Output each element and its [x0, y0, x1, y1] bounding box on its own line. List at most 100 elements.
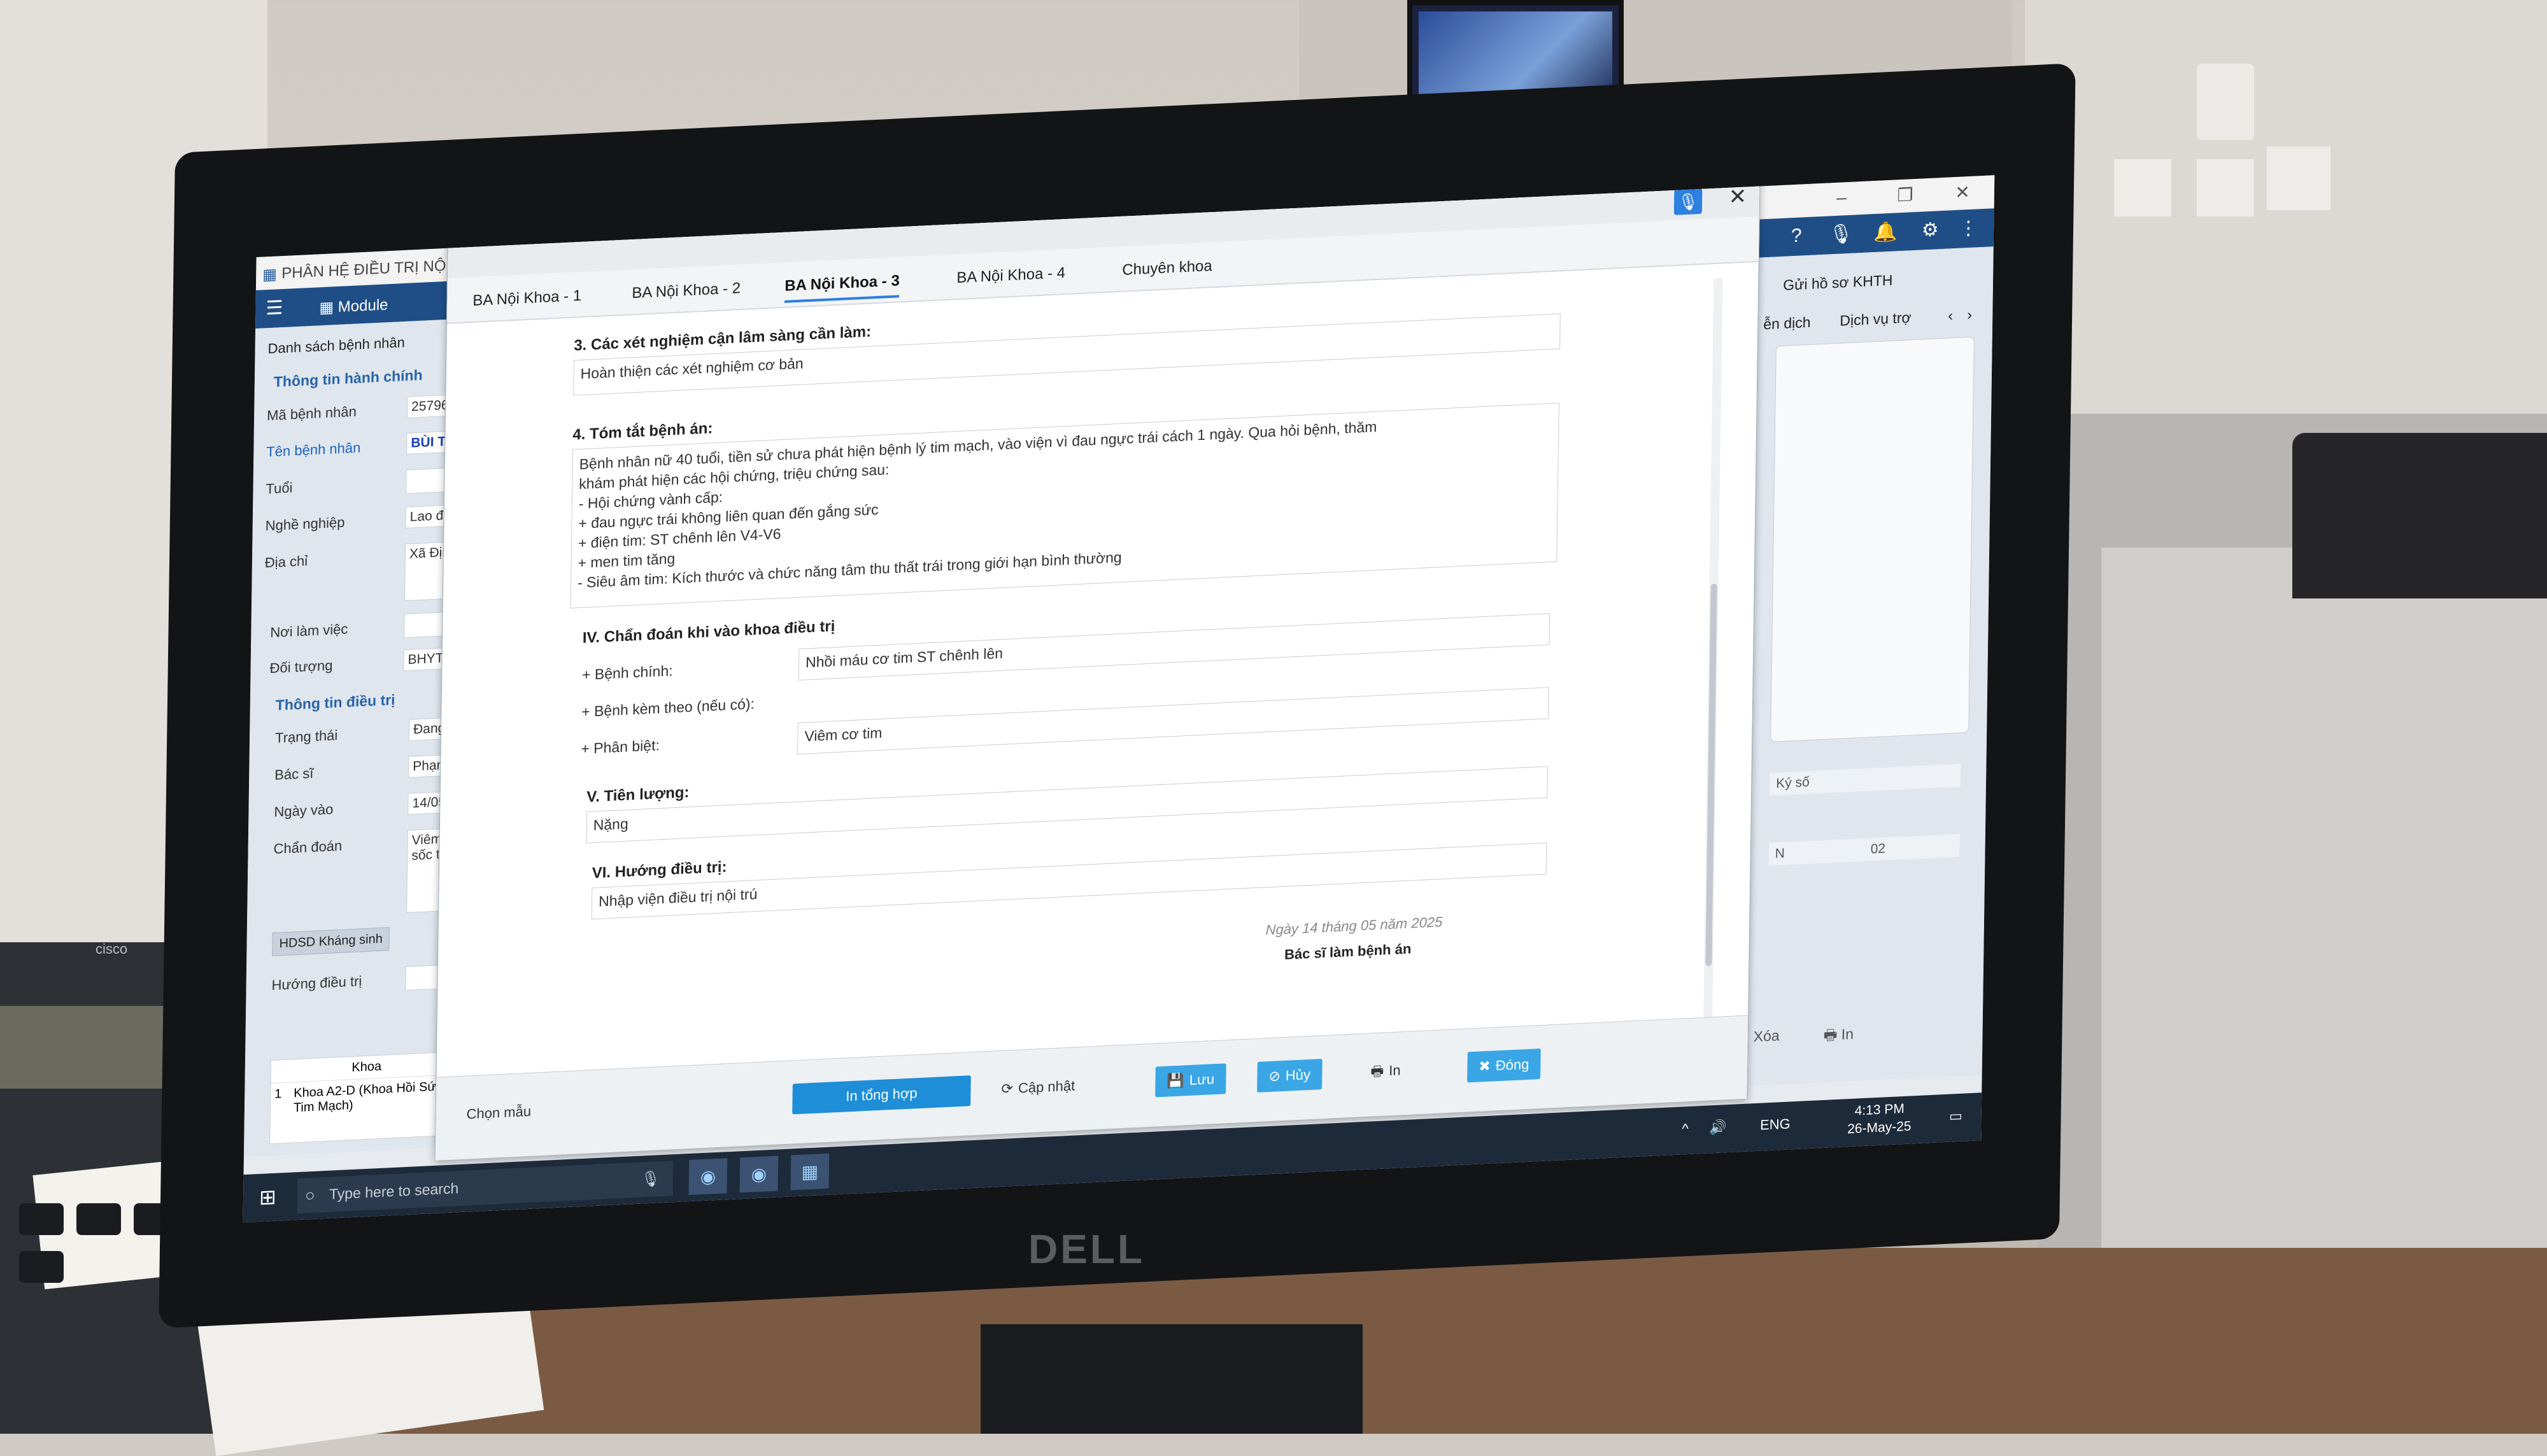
tab-ba-noi-khoa-3[interactable]: BA Nội Khoa - 3: [784, 272, 900, 303]
wall-switch: [2267, 146, 2331, 210]
lab-tests-field[interactable]: Hoàn thiện các xét nghiệm cơ bản: [573, 313, 1561, 396]
cancel-button[interactable]: ⊘ Hủy: [1257, 1059, 1323, 1092]
field-label: Mã bệnh nhân: [266, 403, 357, 424]
field-label: Bác sĩ: [274, 765, 314, 783]
right-side-panel: Gửi hồ sơ KHTH ễn dịch Dịch vụ trợ ‹ › K…: [1746, 246, 1994, 1086]
side-card: [1770, 336, 1975, 742]
section-admin-info: Thông tin hành chính: [273, 366, 423, 390]
windows-start-icon[interactable]: ⊞: [259, 1185, 276, 1210]
bell-icon[interactable]: 🔔: [1873, 220, 1898, 244]
hamburger-menu-icon[interactable]: ☰: [266, 297, 283, 320]
prognosis-field[interactable]: Nặng: [586, 766, 1548, 844]
tab-chuyen-khoa[interactable]: Chuyên khoa: [1122, 257, 1212, 279]
main-diagnosis-label: + Bệnh chính:: [581, 662, 673, 683]
clock-date: 26-May-25: [1847, 1119, 1912, 1137]
differential-field[interactable]: Viêm cơ tim: [797, 687, 1549, 754]
send-record-button[interactable]: Gửi hồ sơ KHTH: [1783, 272, 1893, 294]
tab-support-services[interactable]: Dịch vụ trợ: [1840, 309, 1912, 329]
field-label: Nghề nghiệp: [265, 514, 345, 534]
microphone-icon[interactable]: 🎙: [641, 1161, 660, 1197]
refresh-icon: ⟳: [1001, 1080, 1014, 1097]
section-iv-title: IV. Chẩn đoán khi vào khoa điều trị: [582, 618, 835, 647]
cell-02: 02: [1864, 833, 1960, 861]
monitor-bezel: ▦ PHÂN HỆ ĐIỀU TRỊ NỘI TRÚ [A2-D] – ❐ ✕ …: [159, 63, 2076, 1329]
sign-role: Bác sĩ làm bệnh án: [1284, 940, 1412, 963]
print-button-right[interactable]: 🖶 In: [1823, 1024, 1854, 1050]
dictation-microphone-icon[interactable]: 🎙: [1673, 188, 1703, 215]
module-button[interactable]: ▦ Module: [319, 295, 388, 317]
system-clock[interactable]: 4:13 PM 26-May-25: [1847, 1099, 1912, 1138]
differential-label: + Phân biệt:: [581, 737, 660, 758]
department-table: Khoa 1 Khoa A2-D (Khoa Hồi Sức Tim Mạch): [269, 1050, 463, 1145]
print-summary-button[interactable]: In tổng hợp: [792, 1075, 971, 1115]
main-diagnosis-field[interactable]: Nhồi máu cơ tim ST chênh lên: [798, 613, 1550, 681]
tab-ba-noi-khoa-2[interactable]: BA Nội Khoa - 2: [632, 279, 741, 302]
app-grid-icon: ▦: [262, 265, 278, 284]
field-label: Đối tượng: [269, 657, 333, 677]
window-close-button[interactable]: ✕: [1943, 181, 1982, 204]
tab-ba-noi-khoa-1[interactable]: BA Nội Khoa - 1: [472, 287, 581, 310]
cancel-icon: ⊘: [1268, 1068, 1281, 1085]
field-label: Tên bệnh nhân: [266, 439, 361, 460]
restore-button[interactable]: ❐: [1886, 183, 1924, 206]
row-index: 1: [274, 1087, 282, 1101]
department-name: Khoa A2-D (Khoa Hồi Sức Tim Mạch): [293, 1079, 443, 1115]
section-treatment-info: Thông tin điều trị: [275, 691, 395, 714]
chevron-up-icon[interactable]: ^: [1682, 1120, 1689, 1138]
delete-button[interactable]: Xóa: [1754, 1027, 1780, 1045]
print-button[interactable]: 🖶 In: [1359, 1054, 1412, 1087]
minimize-button[interactable]: –: [1822, 187, 1861, 209]
case-summary-field[interactable]: Bệnh nhân nữ 40 tuổi, tiền sử chưa phát …: [570, 402, 1559, 609]
sign-date: Ngày 14 tháng 05 năm 2025: [1265, 914, 1443, 938]
module-label: Module: [337, 296, 388, 316]
cisco-logo: cisco: [96, 941, 128, 957]
notifications-icon[interactable]: ▭: [1949, 1108, 1962, 1125]
dialog-close-icon[interactable]: ✕: [1728, 184, 1747, 210]
tab-ba-noi-khoa-4[interactable]: BA Nội Khoa - 4: [956, 264, 1065, 287]
field-label: Chẩn đoán: [273, 837, 343, 857]
search-icon: ○: [304, 1185, 315, 1205]
field-label: Địa chỉ: [264, 553, 308, 571]
field-label: Ngày vào: [274, 801, 334, 820]
update-button[interactable]: ⟳ Cập nhật: [990, 1070, 1086, 1105]
section-v-title: V. Tiên lượng:: [586, 783, 690, 806]
field-label: Hướng điều trị: [271, 973, 362, 993]
section-vi-title: VI. Hướng điều trị:: [592, 858, 727, 882]
dialog-body: 3. Các xét nghiệm cận lâm sàng cần làm: …: [436, 262, 1758, 1076]
search-placeholder: Type here to search: [329, 1180, 459, 1203]
microphone-icon[interactable]: 🎙: [1828, 223, 1854, 246]
comorbidity-label: + Bệnh kèm theo (nếu có):: [581, 695, 755, 720]
more-vertical-icon[interactable]: ⋮: [1955, 216, 1981, 240]
antibiotic-guide-button[interactable]: HDSD Kháng sinh: [272, 927, 390, 956]
monitor-brand-logo: DELL: [1028, 1226, 1146, 1272]
taskbar-search-input[interactable]: ○ Type here to search 🎙: [297, 1161, 674, 1214]
monitor-stand: [981, 1324, 1363, 1434]
chrome-app-icon-2[interactable]: ◉: [739, 1156, 779, 1193]
chrome-app-icon[interactable]: ◉: [688, 1158, 728, 1196]
printer-icon: 🖶: [1823, 1026, 1841, 1043]
q4-title: 4. Tóm tắt bệnh án:: [572, 420, 713, 444]
gear-icon[interactable]: ⚙: [1917, 218, 1943, 242]
choose-template-button[interactable]: Chọn mẫu: [455, 1096, 543, 1131]
language-indicator[interactable]: ENG: [1760, 1115, 1791, 1133]
tab-translate[interactable]: ễn dịch: [1763, 314, 1811, 334]
save-icon: 💾: [1167, 1072, 1185, 1089]
field-label: Nơi làm việc: [270, 621, 348, 641]
patient-list-link[interactable]: Danh sách bệnh nhân: [267, 334, 405, 357]
wall-thermostat: [2197, 64, 2254, 140]
tab-scroll-left-icon[interactable]: ‹: [1948, 307, 1953, 324]
digital-sign-cell[interactable]: Ký số: [1770, 763, 1961, 796]
monitor-screen: ▦ PHÂN HỆ ĐIỀU TRỊ NỘI TRÚ [A2-D] – ❐ ✕ …: [243, 175, 1995, 1223]
speaker-icon[interactable]: 🔊: [1709, 1119, 1727, 1136]
app-grid-taskbar-icon[interactable]: ▦: [790, 1153, 830, 1191]
treatment-plan-field[interactable]: Nhập viện điều trị nội trú: [591, 842, 1547, 920]
close-circle-icon: ✖: [1479, 1057, 1491, 1075]
tab-scroll-right-icon[interactable]: ›: [1967, 306, 1972, 323]
help-icon[interactable]: ?: [1784, 225, 1809, 248]
cell-n: N: [1768, 838, 1864, 866]
printer-panel: [2292, 433, 2547, 598]
printer-icon: 🖶: [1370, 1063, 1384, 1080]
save-button[interactable]: 💾 Lưu: [1155, 1063, 1226, 1098]
field-label: Trạng thái: [274, 727, 338, 746]
close-button[interactable]: ✖ Đóng: [1467, 1048, 1541, 1083]
